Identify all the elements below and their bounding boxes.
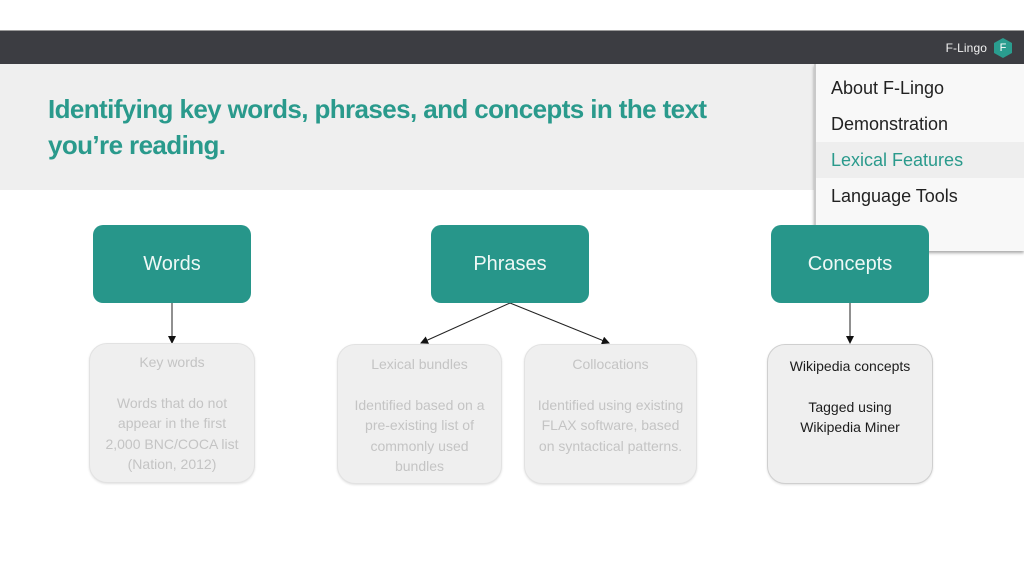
page-title: Identifying key words, phrases, and conc… (48, 91, 748, 163)
brand-name: F-Lingo (945, 41, 987, 55)
subitem-key-words: Key words Words that do not appear in th… (89, 343, 255, 483)
subitem-lexical-bundles: Lexical bundles Identified based on a pr… (337, 344, 502, 484)
category-label: Words (143, 252, 201, 275)
navigation-menu: About F-Lingo Demonstration Lexical Feat… (814, 64, 1024, 251)
subitem-wikipedia-concepts: Wikipedia concepts Tagged using Wikipedi… (767, 344, 933, 484)
nav-item-label: About F-Lingo (831, 77, 945, 98)
arrow-phrases-to-collocations (509, 302, 610, 345)
nav-item-lexical-features[interactable]: Lexical Features (816, 142, 1024, 178)
subitem-collocations: Collocations Identified using existing F… (524, 344, 697, 484)
nav-item-label: Demonstration (831, 113, 949, 134)
category-phrases[interactable]: Phrases (431, 225, 589, 303)
nav-item-about[interactable]: About F-Lingo (816, 70, 1024, 106)
top-bar: F-Lingo F (0, 30, 1024, 64)
nav-item-language-tools[interactable]: Language Tools (816, 178, 1024, 214)
arrow-phrases-to-lexical-bundles (420, 302, 511, 344)
subitem-title: Wikipedia concepts (789, 358, 911, 374)
nav-item-demonstration[interactable]: Demonstration (816, 106, 1024, 142)
subitem-description: Tagged using Wikipedia Miner (800, 398, 900, 436)
subitem-title: Collocations (572, 356, 649, 372)
subitem-description: Identified using existing FLAX software,… (537, 396, 684, 454)
subitem-description: Words that do not appear in the first 2,… (105, 394, 239, 473)
hexagon-logo-icon: F (994, 38, 1012, 58)
category-label: Concepts (807, 252, 893, 275)
category-concepts[interactable]: Concepts (771, 225, 929, 303)
page-title-line-1: Identifying key words, phrases, and conc… (48, 94, 707, 124)
subitem-description: Identified based on a pre-existing list … (354, 396, 485, 475)
brand[interactable]: F-Lingo F (946, 31, 1012, 65)
nav-item-label: Language Tools (831, 185, 958, 206)
nav-item-label: Lexical Features (831, 149, 964, 170)
page-title-line-2: you’re reading. (48, 130, 226, 160)
subitem-title: Key words (139, 354, 205, 370)
subitem-title: Lexical bundles (371, 356, 468, 372)
category-label: Phrases (473, 252, 547, 275)
category-words[interactable]: Words (93, 225, 251, 303)
